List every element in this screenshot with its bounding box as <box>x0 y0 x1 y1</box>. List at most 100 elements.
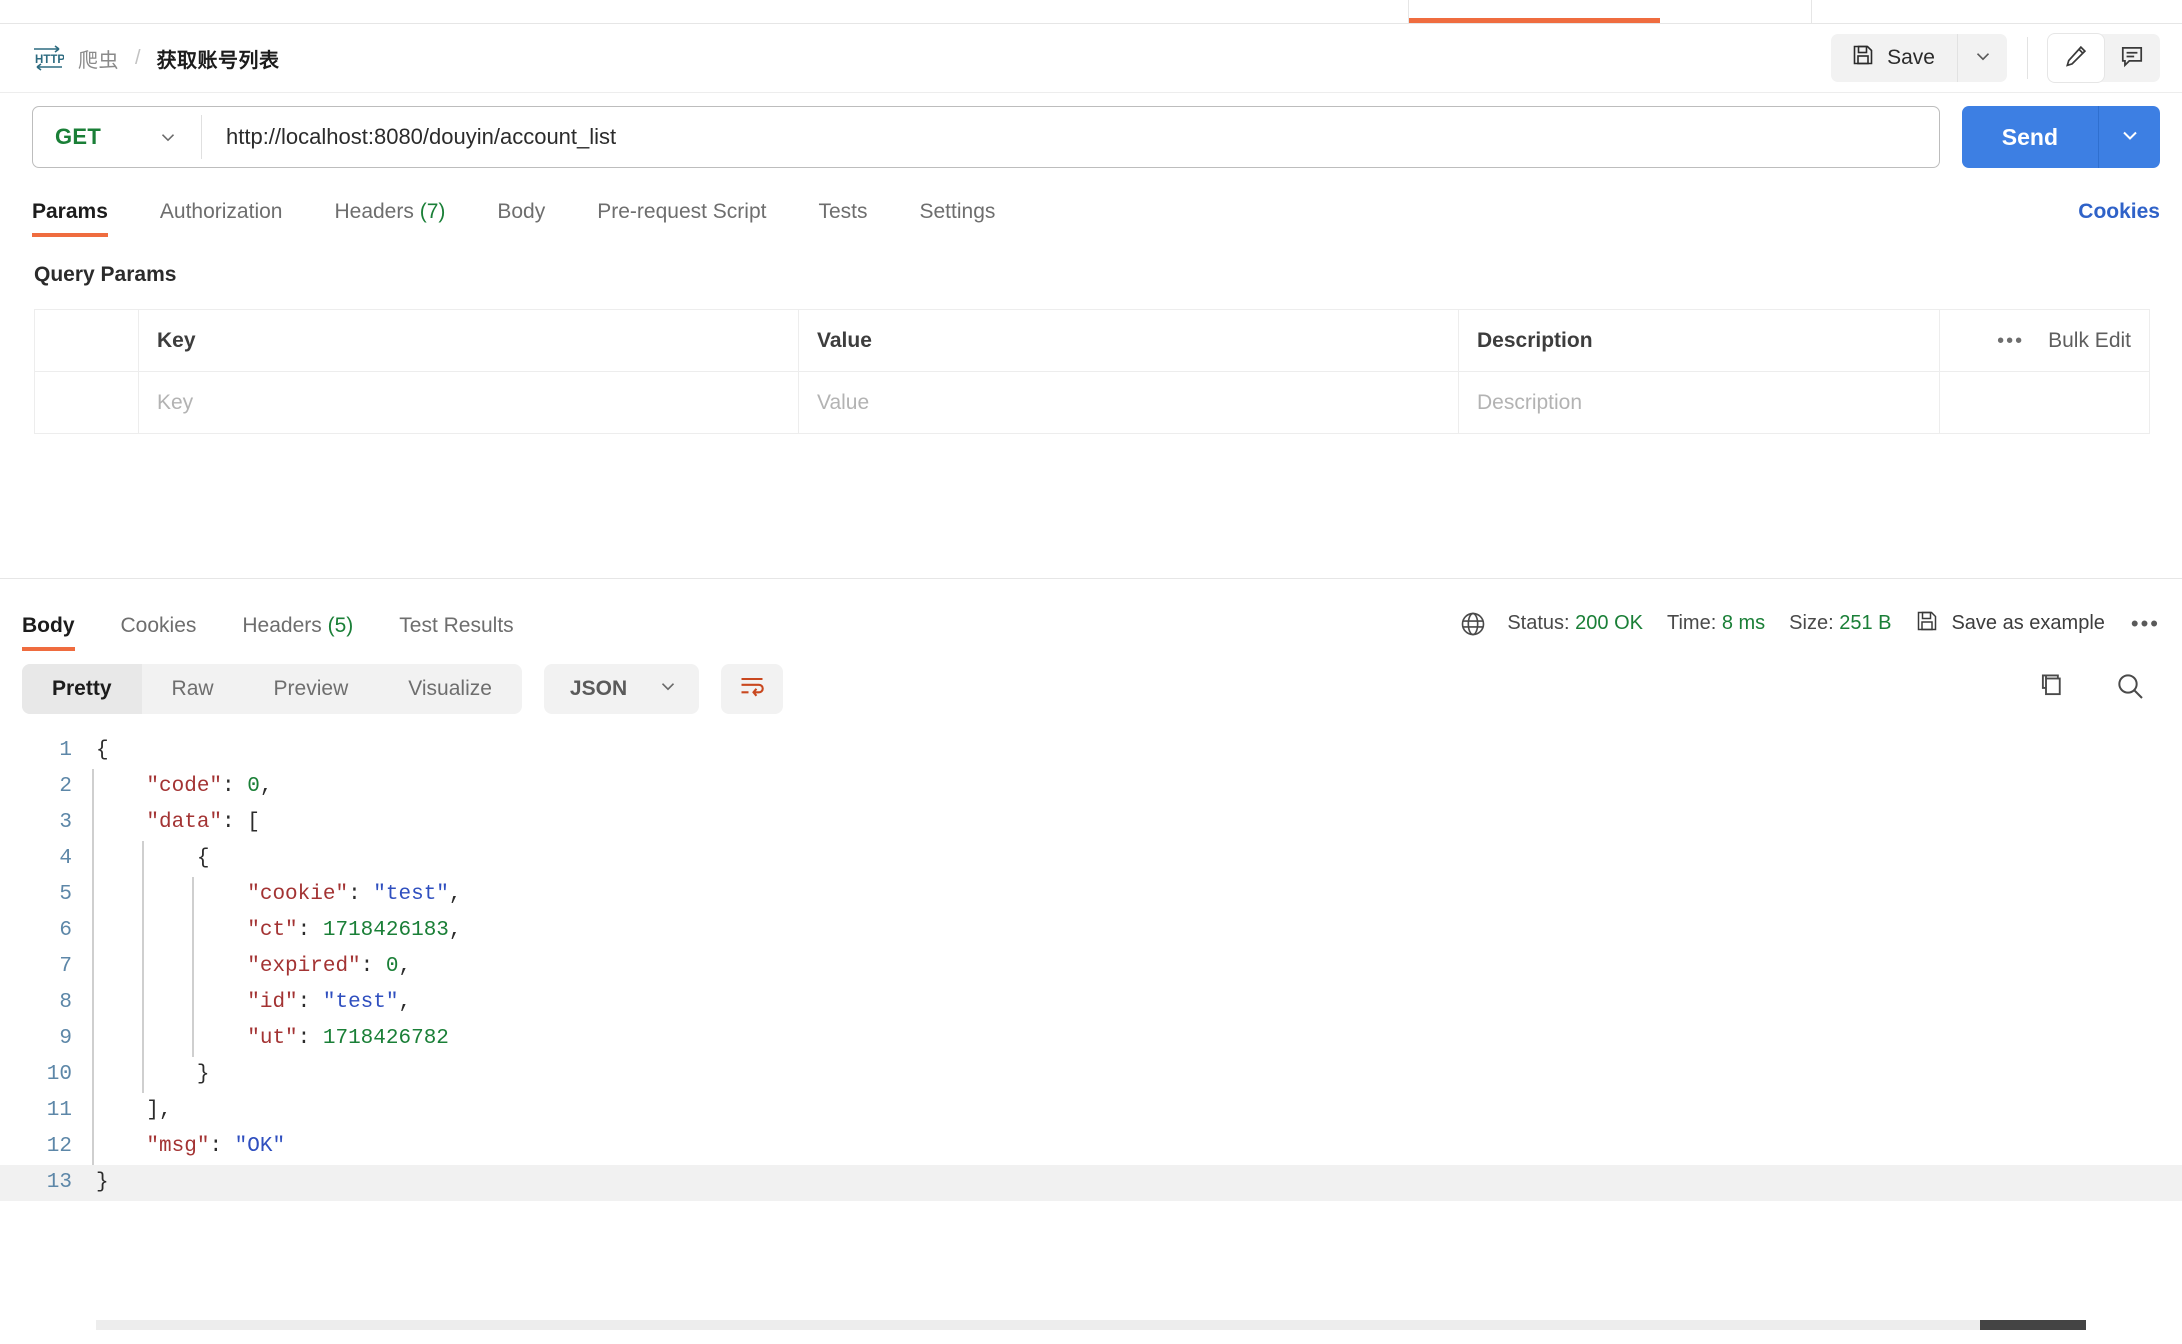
size-value: 251 B <box>1839 612 1892 634</box>
breadcrumb-parent[interactable]: 爬虫 <box>78 44 119 73</box>
ellipsis-icon[interactable]: ••• <box>2131 612 2160 635</box>
tab-params[interactable]: Params <box>32 200 108 237</box>
send-options-button[interactable] <box>2098 106 2160 168</box>
json-token-punc: : <box>297 1026 323 1050</box>
url-bar-row: GET http://localhost:8080/douyin/account… <box>0 93 2182 185</box>
json-token-str: "test" <box>373 882 449 906</box>
indent-guide <box>142 1020 144 1057</box>
json-line-code: "data": [ <box>86 804 260 841</box>
bulk-edit-button[interactable]: Bulk Edit <box>2048 329 2131 353</box>
tab-settings-label: Settings <box>919 200 996 223</box>
row-cell-value[interactable]: Value <box>798 371 1459 434</box>
json-line-code: "expired": 0, <box>86 948 411 985</box>
indent-guide <box>142 912 144 949</box>
json-token-punc: : [ <box>222 810 260 834</box>
url-input[interactable]: http://localhost:8080/douyin/account_lis… <box>202 124 616 150</box>
header-cell-actions: ••• Bulk Edit <box>1939 309 2150 372</box>
request-header-bar: HTTP 爬虫 / 获取账号列表 Save <box>0 24 2182 93</box>
method-selector[interactable]: GET <box>33 107 201 167</box>
header-cell-key: Key <box>138 309 799 372</box>
json-line: 6 "ct": 1718426183, <box>0 912 2182 949</box>
header-icon-group <box>2048 34 2160 82</box>
response-tab-headers[interactable]: Headers (5) <box>242 614 353 651</box>
header-cell-value: Value <box>798 309 1459 372</box>
response-tab-cookies-label: Cookies <box>120 613 197 637</box>
vertical-scrollbar[interactable] <box>2172 727 2182 1344</box>
save-as-example-label: Save as example <box>1951 612 2105 634</box>
horizontal-scrollbar[interactable] <box>96 1320 2086 1330</box>
json-line-code: { <box>86 840 209 877</box>
tab-settings[interactable]: Settings <box>920 200 996 237</box>
save-as-example-button[interactable]: Save as example <box>1915 609 2105 639</box>
floppy-icon <box>1915 609 1939 639</box>
query-params-section: Query Params Key Value Description ••• B… <box>0 237 2182 578</box>
key-input-placeholder: Key <box>157 390 194 414</box>
save-options-button[interactable] <box>1957 34 2007 82</box>
status-value: 200 OK <box>1575 612 1643 634</box>
pencil-icon <box>2063 43 2089 74</box>
format-selector[interactable]: JSON <box>543 663 700 714</box>
save-button[interactable]: Save <box>1831 34 1957 82</box>
view-mode-visualize[interactable]: Visualize <box>378 664 522 714</box>
cookies-link[interactable]: Cookies <box>2078 200 2160 237</box>
row-checkbox-cell[interactable] <box>34 371 139 434</box>
tab-tests[interactable]: Tests <box>818 200 867 237</box>
json-token-key: "ct" <box>247 918 298 942</box>
json-line-code: "id": "test", <box>86 984 412 1021</box>
json-token-punc: : <box>360 954 386 978</box>
comment-button[interactable] <box>2104 34 2160 82</box>
json-token-punc: , <box>448 882 462 906</box>
indent-guide <box>142 984 144 1021</box>
json-token-key: "ut" <box>247 1026 298 1050</box>
json-token-punc: ], <box>146 1098 172 1122</box>
ellipsis-icon[interactable]: ••• <box>1997 331 2024 351</box>
chevron-down-icon <box>657 675 679 702</box>
tab-headers[interactable]: Headers (7) <box>334 200 445 237</box>
row-cell-actions <box>1939 371 2150 434</box>
json-line: 3 "data": [ <box>0 804 2182 841</box>
row-cell-description[interactable]: Description <box>1458 371 1940 434</box>
view-mode-pretty[interactable]: Pretty <box>22 663 142 714</box>
indent-guide <box>92 1128 94 1165</box>
method-label: GET <box>55 124 102 149</box>
column-header-description: Description <box>1477 328 1593 352</box>
row-cell-key[interactable]: Key <box>138 371 799 434</box>
response-tab-test-results[interactable]: Test Results <box>399 614 513 651</box>
response-tab-cookies[interactable]: Cookies <box>121 614 197 651</box>
format-label: JSON <box>569 676 628 700</box>
json-token-punc: , <box>448 918 462 942</box>
indent-guide <box>192 876 194 913</box>
horizontal-scrollbar-thumb[interactable] <box>1980 1320 2086 1330</box>
tab-body[interactable]: Body <box>497 200 545 237</box>
query-params-title: Query Params <box>34 263 177 286</box>
url-input-group: GET http://localhost:8080/douyin/account… <box>32 106 1940 168</box>
indent-guide <box>192 1020 194 1057</box>
word-wrap-icon <box>738 672 766 705</box>
json-token-punc: , <box>398 990 412 1014</box>
json-line-code: ], <box>86 1092 172 1129</box>
line-number: 10 <box>46 1062 72 1086</box>
word-wrap-toggle[interactable] <box>721 663 784 714</box>
json-token-num: 1718426782 <box>322 1026 449 1050</box>
json-token-str: "OK" <box>234 1134 286 1158</box>
comment-icon <box>2119 43 2145 74</box>
json-token-punc: } <box>96 1170 109 1194</box>
search-icon[interactable] <box>2114 670 2146 707</box>
view-mode-preview[interactable]: Preview <box>244 664 379 714</box>
chevron-down-icon <box>2118 123 2142 152</box>
line-number: 4 <box>59 846 72 870</box>
edit-request-button[interactable] <box>2048 34 2104 82</box>
send-button[interactable]: Send <box>1961 106 2098 168</box>
response-body-json-viewer[interactable]: 1{2 "code": 0, 3 "data": [4 {5 "cookie": … <box>0 726 2182 1344</box>
line-number: 13 <box>46 1170 72 1194</box>
tab-authorization[interactable]: Authorization <box>160 200 283 237</box>
view-mode-raw[interactable]: Raw <box>142 664 244 714</box>
json-line: 4 { <box>0 840 2182 877</box>
response-tab-body[interactable]: Body <box>22 614 75 651</box>
globe-icon <box>1459 610 1487 638</box>
copy-icon[interactable] <box>2036 671 2066 706</box>
indent-guide <box>142 840 144 877</box>
tab-pre-request-script[interactable]: Pre-request Script <box>597 200 766 237</box>
